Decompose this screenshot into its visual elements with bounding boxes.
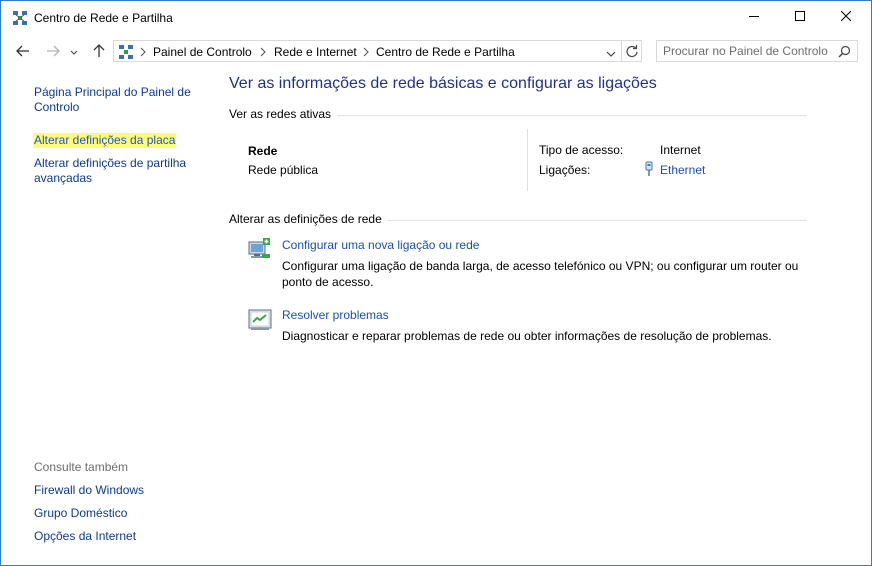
troubleshoot-link[interactable]: Resolver problemas — [282, 308, 389, 322]
forward-button[interactable] — [42, 41, 64, 63]
page-title: Ver as informações de rede básicas e con… — [229, 75, 657, 92]
refresh-icon[interactable] — [625, 44, 639, 61]
sidebar-item-control-panel-home[interactable]: Página Principal do Painel de Controlo — [34, 85, 199, 115]
address-divider — [621, 41, 622, 61]
see-also-firewall[interactable]: Firewall do Windows — [34, 483, 144, 498]
troubleshoot-description: Diagnosticar e reparar problemas de rede… — [282, 329, 772, 343]
setup-new-connection-link[interactable]: Configurar uma nova ligação ou rede — [282, 238, 479, 252]
recent-locations-button[interactable] — [66, 41, 82, 63]
maximize-icon — [795, 10, 805, 24]
new-connection-icon[interactable] — [247, 236, 273, 262]
up-button[interactable] — [88, 41, 110, 63]
access-type-value: Internet — [660, 143, 701, 157]
breadcrumb-separator-icon — [362, 46, 370, 57]
window-title: Centro de Rede e Partilha — [34, 11, 173, 25]
arrow-up-icon — [93, 43, 105, 61]
close-button[interactable] — [823, 1, 869, 33]
see-also-homegroup[interactable]: Grupo Doméstico — [34, 506, 127, 521]
chevron-down-icon — [70, 45, 78, 59]
network-divider — [527, 129, 528, 191]
troubleshoot-icon[interactable] — [247, 307, 273, 333]
close-icon — [840, 10, 852, 24]
minimize-icon — [749, 10, 759, 24]
navigation-bar: Painel de Controlo Rede e Internet Centr… — [1, 35, 871, 69]
minimize-button[interactable] — [731, 1, 777, 33]
breadcrumb-network-internet[interactable]: Rede e Internet — [274, 45, 357, 59]
active-networks-heading: Ver as redes ativas — [229, 107, 338, 121]
network-center-icon — [12, 10, 28, 26]
network-profile: Rede pública — [248, 163, 319, 177]
arrow-left-icon — [16, 45, 30, 60]
breadcrumb-separator-icon — [139, 46, 147, 57]
change-settings-heading: Alterar as definições de rede — [229, 212, 388, 226]
see-also-heading: Consulte também — [34, 460, 129, 474]
window: Centro de Rede e Partilha Painel de Cont… — [0, 0, 872, 566]
network-name: Rede — [248, 144, 278, 158]
breadcrumb-control-panel[interactable]: Painel de Controlo — [153, 45, 252, 59]
address-bar[interactable]: Painel de Controlo Rede e Internet Centr… — [113, 40, 642, 62]
maximize-button[interactable] — [777, 1, 823, 33]
title-bar[interactable]: Centro de Rede e Partilha — [1, 1, 871, 35]
breadcrumb-separator-icon — [259, 46, 267, 57]
sidebar-item-change-adapter-settings[interactable]: Alterar definições da placa — [33, 133, 177, 148]
ethernet-link[interactable]: Ethernet — [660, 163, 705, 177]
arrow-right-icon — [46, 45, 60, 60]
search-icon[interactable] — [838, 45, 851, 61]
breadcrumb-network-sharing-center[interactable]: Centro de Rede e Partilha — [376, 45, 515, 59]
control-panel-icon — [118, 44, 134, 63]
address-dropdown-icon[interactable] — [606, 47, 616, 61]
search-input[interactable] — [663, 43, 831, 59]
setup-new-connection-description: Configurar uma ligação de banda larga, d… — [282, 259, 799, 289]
access-type-label: Tipo de acesso: — [539, 143, 624, 157]
back-button[interactable] — [12, 41, 34, 63]
ethernet-icon — [644, 161, 654, 180]
connections-label: Ligações: — [539, 163, 591, 177]
search-box — [656, 40, 858, 62]
see-also-internet-options[interactable]: Opções da Internet — [34, 529, 136, 544]
sidebar-item-advanced-sharing-settings[interactable]: Alterar definições de partilha avançadas — [34, 156, 199, 186]
